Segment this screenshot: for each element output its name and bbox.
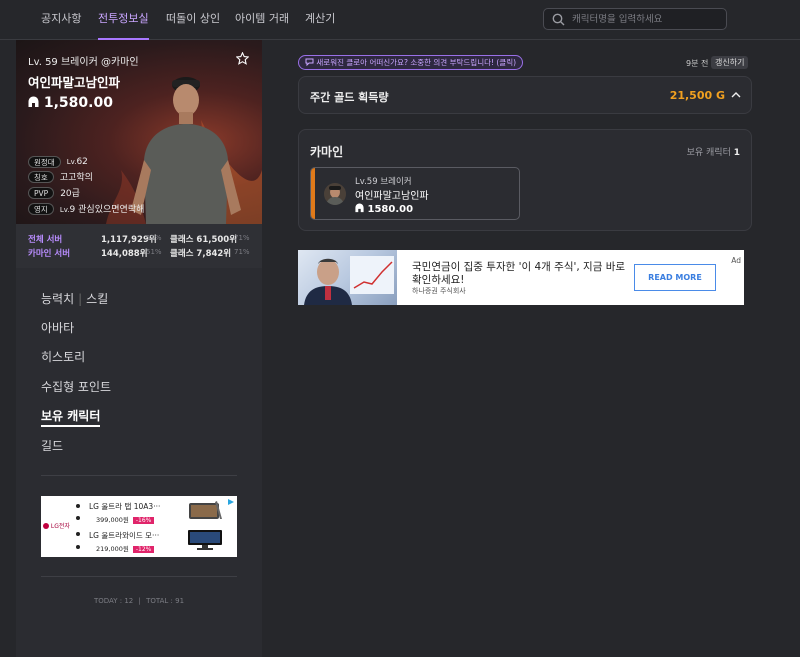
read-more-button[interactable]: READ MORE: [634, 264, 716, 291]
today-count: TODAY : 12: [93, 597, 134, 605]
info-prefix: Lv.: [66, 157, 77, 166]
character-card[interactable]: Lv.59 브레이커 여인파말고남인파 1580.00: [310, 167, 520, 220]
search-input[interactable]: [572, 11, 722, 27]
bullet: [76, 504, 80, 508]
bullet: [76, 532, 80, 536]
info-value: 62: [76, 156, 88, 167]
characters-card: 카마인 보유 캐릭터 1 Lv.59 브레이커 여인파말고남인파 1580.00: [298, 129, 752, 231]
feedback-notice[interactable]: 새로워진 클로아 어떠신가요? 소중한 의견 부탁드립니다! (클릭): [298, 55, 524, 70]
profile-panel: Lv. 59 브레이커 @카마인 여인파말고남인파 1,580.00 원정대 Lv…: [16, 40, 262, 657]
counter-separator: |: [138, 597, 141, 605]
menu-guild[interactable]: 길드: [41, 437, 63, 454]
info-prefix: Lv.: [59, 206, 70, 214]
tablet-product-image: [189, 501, 222, 519]
side-ad-brand-text: LG전자: [50, 523, 70, 530]
nav-wandering-merchant[interactable]: 떠돌이 상인: [166, 0, 220, 40]
rankings: 전체 서버 1,117,929위 51% 클래스 61,500위 71% 카마인…: [16, 224, 262, 268]
last-updated: 9분 전: [686, 59, 709, 68]
nav-notice[interactable]: 공지사항: [41, 0, 81, 40]
search-box: [543, 8, 727, 30]
chat-icon: [305, 58, 314, 67]
character-level-server: Lv. 59 브레이커 @카마인: [28, 57, 139, 68]
helmet-icon: [28, 96, 39, 107]
visit-counter: TODAY : 12 | TOTAL : 91: [16, 597, 262, 605]
rank-row: 전체 서버 1,117,929위 51% 클래스 61,500위 71%: [28, 233, 254, 245]
info-pvp: PVP 20급: [28, 182, 80, 199]
feedback-notice-text: 새로워진 클로아 어떠신가요? 소중한 의견 부탁드립니다! (클릭): [316, 58, 517, 67]
refresh-button[interactable]: 갱신하기: [711, 56, 749, 69]
item-level: 1,580.00: [28, 95, 113, 111]
class-rank-value: 클래스 7,842위: [170, 249, 232, 259]
menu-ability[interactable]: 능력치: [41, 292, 74, 306]
favorite-star-icon[interactable]: [236, 52, 249, 65]
weekly-gold-title: 주간 골드 획득량: [310, 91, 389, 104]
side-ad-brand: LG전자: [43, 521, 70, 530]
helmet-icon: [355, 203, 364, 213]
character-count: 보유 캐릭터 1: [686, 148, 740, 158]
nav-item-trade[interactable]: 아이템 거래: [235, 0, 289, 40]
class-rank-value: 클래스 61,500위: [170, 235, 238, 245]
ad-banner[interactable]: 국민연금이 집중 투자한 '이 4개 주식', 지금 바로 확인하세요! 하나증…: [298, 250, 744, 305]
ad-image: [298, 250, 397, 305]
character-hero: Lv. 59 브레이커 @카마인 여인파말고남인파 1,580.00 원정대 Lv…: [16, 40, 262, 224]
rank-percent: 51%: [146, 248, 162, 256]
search-icon[interactable]: [552, 13, 565, 26]
info-chip: 영지: [28, 202, 54, 215]
rank-value: 144,088위: [101, 249, 148, 259]
item-level-value: 1,580.00: [43, 95, 113, 111]
divider: [41, 475, 237, 476]
info-value: 9 관심있으면연락해: [69, 205, 145, 215]
character-name: 여인파말고남인파: [28, 75, 121, 90]
character-level-class: Lv.59 브레이커: [355, 177, 412, 187]
chevron-up-icon[interactable]: [731, 91, 741, 99]
menu-collectibles[interactable]: 수집형 포인트: [41, 378, 111, 395]
nav-calculator[interactable]: 계산기: [305, 0, 335, 40]
side-ad-banner[interactable]: LG전자 LG 울트라 탭 10A3··· 399,000원 -16% LG 울트…: [41, 496, 237, 557]
class-color-bar: [311, 168, 315, 219]
menu-history[interactable]: 히스토리: [41, 348, 85, 365]
ad-advertiser: 하나증권 주식회사: [412, 287, 466, 295]
discount-badge: -16%: [132, 517, 155, 524]
info-estate: 영지 Lv.9 관심있으면연락해: [28, 198, 145, 215]
menu-separator: |: [78, 292, 83, 306]
rank-row: 카마인 서버 144,088위 51% 클래스 7,842위 71%: [28, 247, 254, 259]
discount-badge: -12%: [132, 546, 155, 553]
ad-title: 국민연금이 집중 투자한 '이 4개 주식', 지금 바로 확인하세요!: [412, 261, 626, 286]
nav-combat-info[interactable]: 전투정보실: [98, 0, 149, 40]
weekly-gold-card[interactable]: 주간 골드 획득량 21,500 G: [298, 76, 752, 114]
character-list-name: 여인파말고남인파: [355, 191, 429, 202]
menu-ability-skill: 능력치 | 스킬: [41, 290, 108, 307]
character-item-level-value: 1580.00: [367, 204, 414, 215]
side-ad-product-price: 219,000원 -12%: [96, 543, 155, 553]
server-name: 카마인: [310, 145, 344, 159]
rank-label: 전체 서버: [28, 235, 63, 245]
menu-avatar[interactable]: 아바타: [41, 319, 74, 336]
rank-percent: 51%: [146, 234, 162, 242]
ad-label: Ad: [731, 256, 741, 265]
character-item-level: 1580.00: [355, 203, 413, 215]
info-title: 칭호 고고학의: [28, 166, 93, 183]
character-avatar: [324, 183, 346, 205]
info-chip: PVP: [28, 186, 55, 199]
bullet: [76, 545, 80, 549]
menu-characters[interactable]: 보유 캐릭터: [41, 407, 101, 427]
info-expedition: 원정대 Lv.62: [28, 151, 88, 168]
rank-label: 카마인 서버: [28, 249, 71, 259]
class-rank-percent: 71%: [234, 248, 250, 256]
side-ad-product-price: 399,000원 -16%: [96, 514, 155, 524]
bullet: [76, 516, 80, 520]
info-chip: 칭호: [28, 170, 54, 183]
total-count: TOTAL : 91: [146, 597, 185, 605]
divider: [41, 576, 237, 577]
class-rank-percent: 71%: [234, 234, 250, 242]
top-nav: 공지사항 전투정보실 떠돌이 상인 아이템 거래 계산기: [0, 0, 800, 40]
monitor-product-image: [188, 530, 222, 550]
menu-skill[interactable]: 스킬: [86, 292, 108, 306]
weekly-gold-value: 21,500 G: [669, 89, 725, 102]
